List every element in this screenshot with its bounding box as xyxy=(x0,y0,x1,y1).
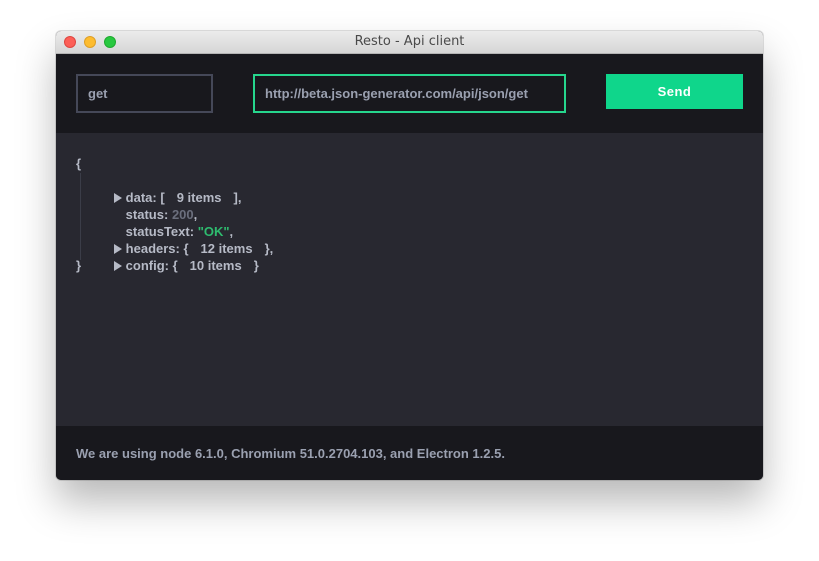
json-item-count: 10 items xyxy=(189,258,242,273)
json-key: config xyxy=(125,258,165,273)
close-window-button[interactable] xyxy=(64,36,76,48)
json-field-headers[interactable]: headers: {12 items}, xyxy=(92,223,273,256)
send-button[interactable]: Send xyxy=(606,74,743,109)
minimize-window-button[interactable] xyxy=(84,36,96,48)
json-indent-guide xyxy=(80,173,81,260)
response-viewer: { data: [9 items], status: 200, statusTe… xyxy=(56,133,763,426)
method-input[interactable] xyxy=(76,74,213,113)
version-info: We are using node 6.1.0, Chromium 51.0.2… xyxy=(76,446,505,461)
maximize-window-button[interactable] xyxy=(104,36,116,48)
json-field-status-text: statusText: "OK", xyxy=(104,206,233,239)
url-input[interactable] xyxy=(253,74,566,113)
json-field-status: status: 200, xyxy=(104,189,198,222)
json-end: }, xyxy=(264,241,274,256)
json-open-brace: { xyxy=(76,156,82,171)
request-toolbar: Send xyxy=(56,54,763,133)
json-end: ], xyxy=(233,190,242,205)
json-close-brace: } xyxy=(76,258,82,273)
app-window: Resto - Api client Send { data: [9 items… xyxy=(56,31,763,480)
json-separator: : { xyxy=(164,258,178,273)
footer: We are using node 6.1.0, Chromium 51.0.2… xyxy=(56,426,763,480)
expand-arrow-icon[interactable] xyxy=(113,261,122,271)
json-field-data[interactable]: data: [9 items], xyxy=(92,172,241,205)
window-title: Resto - Api client xyxy=(354,34,465,49)
json-field-config[interactable]: config: { 10 items} xyxy=(92,240,259,273)
json-end: } xyxy=(253,258,259,273)
title-bar: Resto - Api client xyxy=(56,31,763,54)
